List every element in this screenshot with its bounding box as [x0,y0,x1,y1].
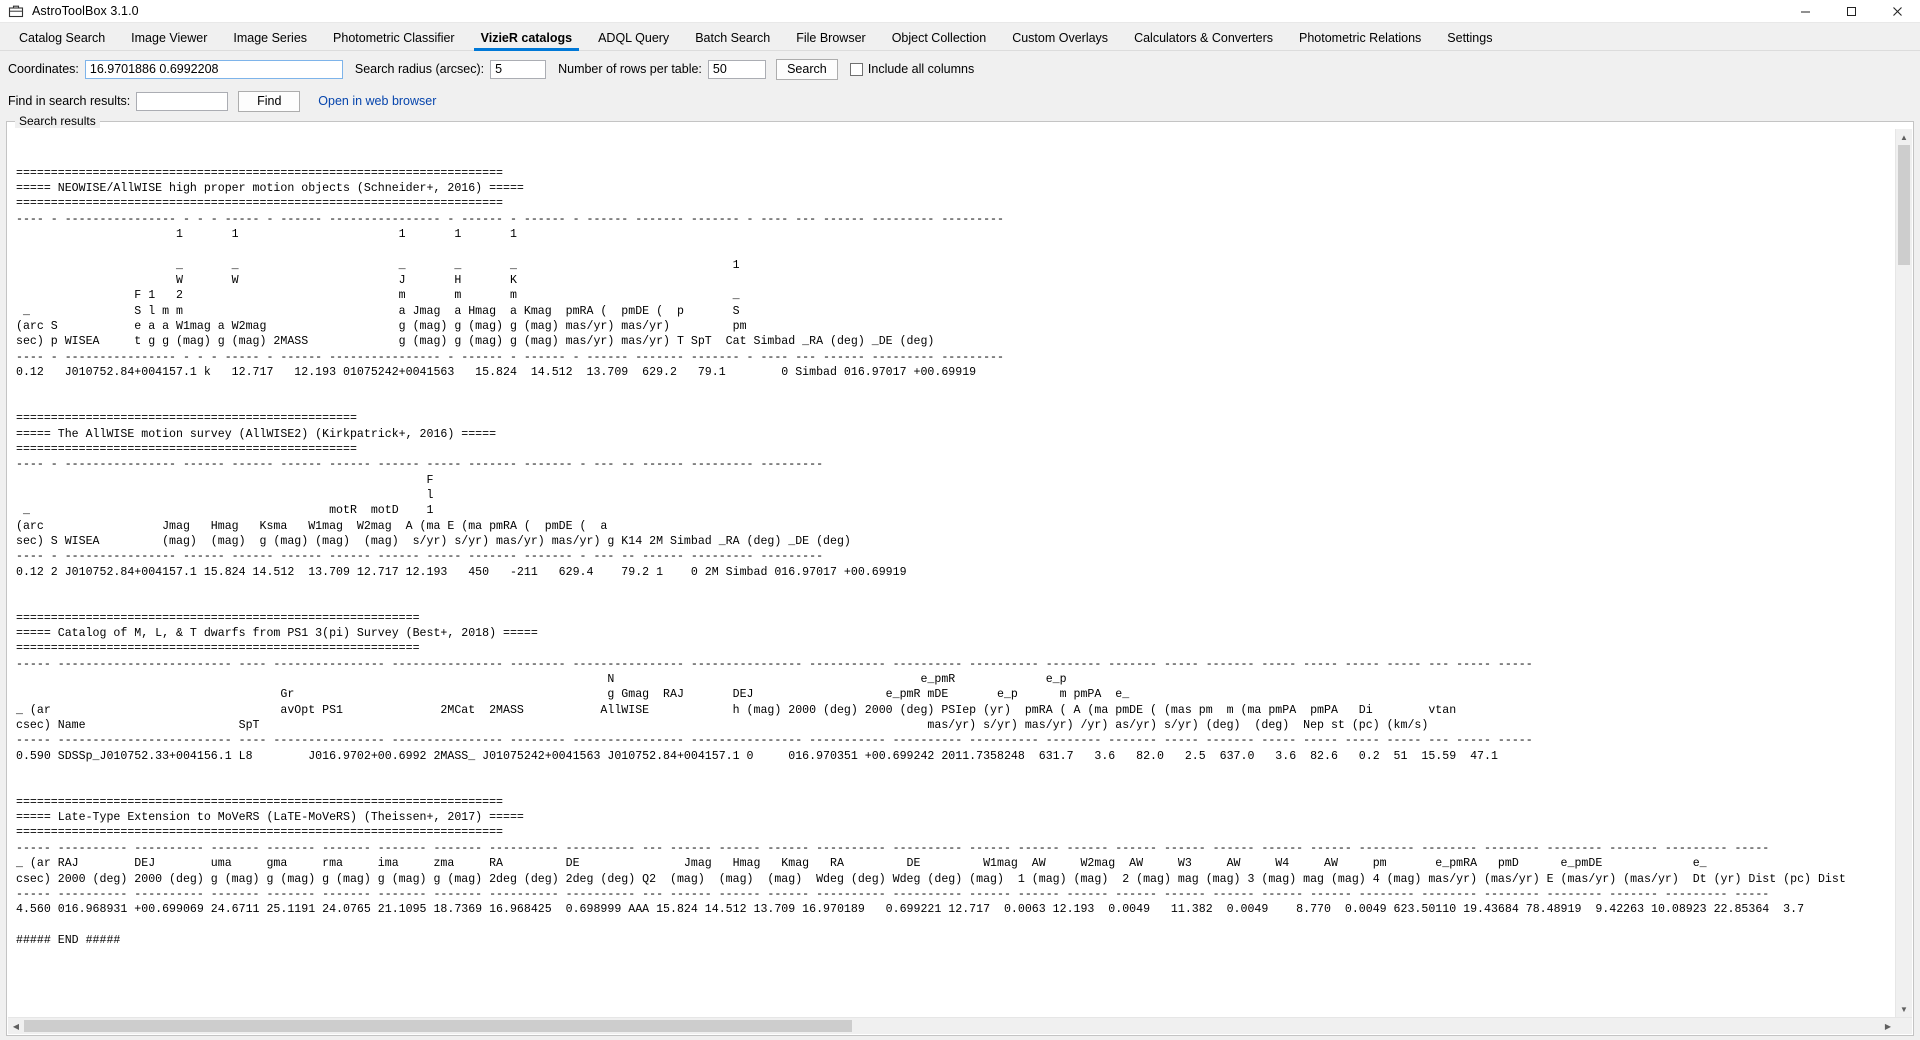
search-radius-label: Search radius (arcsec): [354,62,485,76]
checkbox-box[interactable] [849,62,863,76]
search-results-legend: Search results [15,114,100,128]
coordinates-label: Coordinates: [8,62,79,76]
tab-image-viewer[interactable]: Image Viewer [118,26,220,51]
find-in-results-label: Find in search results: [8,94,131,108]
tab-adql-query[interactable]: ADQL Query [585,26,682,51]
rows-per-table-label: Number of rows per table: [558,62,702,76]
window-controls [1782,0,1920,22]
tab-image-series[interactable]: Image Series [220,26,320,51]
vertical-scrollbar[interactable]: ▲ ▼ [1895,129,1912,1017]
tab-file-browser[interactable]: File Browser [783,26,878,51]
minimize-button[interactable] [1782,0,1828,22]
tab-custom-overlays[interactable]: Custom Overlays [999,26,1121,51]
rows-per-table-input[interactable] [707,59,766,79]
toolbox-icon [8,3,24,19]
tab-batch-search[interactable]: Batch Search [682,26,783,51]
close-button[interactable] [1874,0,1920,22]
tab-object-collection[interactable]: Object Collection [879,26,1000,51]
title-bar: AstroToolBox 3.1.0 [0,0,1920,23]
tab-settings[interactable]: Settings [1434,26,1505,51]
results-output: ========================================… [16,166,1846,947]
scrollbar-corner [1896,1018,1912,1034]
search-button[interactable]: Search [775,58,838,80]
tab-calculators-converters[interactable]: Calculators & Converters [1121,26,1286,51]
tab-photometric-classifier[interactable]: Photometric Classifier [320,26,468,51]
results-text-area[interactable]: ========================================… [8,129,1895,1017]
results-body: ========================================… [8,129,1912,1017]
search-results-group: Search results =========================… [6,114,1914,1036]
scroll-down-arrow-icon[interactable]: ▼ [1896,1001,1912,1017]
main-tab-bar: Catalog Search Image Viewer Image Series… [0,23,1920,51]
maximize-button[interactable] [1828,0,1874,22]
search-controls-row: Coordinates: Search radius (arcsec): Num… [0,56,1920,82]
astrotoolbox-window: AstroToolBox 3.1.0 Catalog Search Image … [0,0,1920,1040]
find-in-results-input[interactable] [136,91,229,111]
find-button[interactable]: Find [238,90,301,112]
include-all-columns-label: Include all columns [867,62,975,76]
coordinates-input[interactable] [84,59,343,79]
include-all-columns-checkbox[interactable]: Include all columns [849,62,975,76]
scroll-right-arrow-icon[interactable]: ▶ [1880,1018,1896,1034]
scroll-up-arrow-icon[interactable]: ▲ [1896,129,1912,145]
tab-vizier-catalogs[interactable]: VizieR catalogs [468,26,585,51]
horizontal-scroll-track[interactable] [24,1018,1880,1034]
scroll-left-arrow-icon[interactable]: ◀ [8,1018,24,1034]
horizontal-scrollbar[interactable]: ◀ ▶ [8,1017,1912,1034]
vertical-scroll-track[interactable] [1896,145,1912,1001]
open-in-web-browser-link[interactable]: Open in web browser [318,94,436,108]
tab-photometric-relations[interactable]: Photometric Relations [1286,26,1434,51]
window-title: AstroToolBox 3.1.0 [32,4,139,18]
vertical-scroll-thumb[interactable] [1898,145,1910,265]
horizontal-scroll-thumb[interactable] [24,1020,852,1032]
search-results-panel: ========================================… [8,129,1912,1034]
tab-catalog-search[interactable]: Catalog Search [6,26,118,51]
find-controls-row: Find in search results: Find Open in web… [0,88,1920,114]
search-radius-input[interactable] [490,59,547,79]
